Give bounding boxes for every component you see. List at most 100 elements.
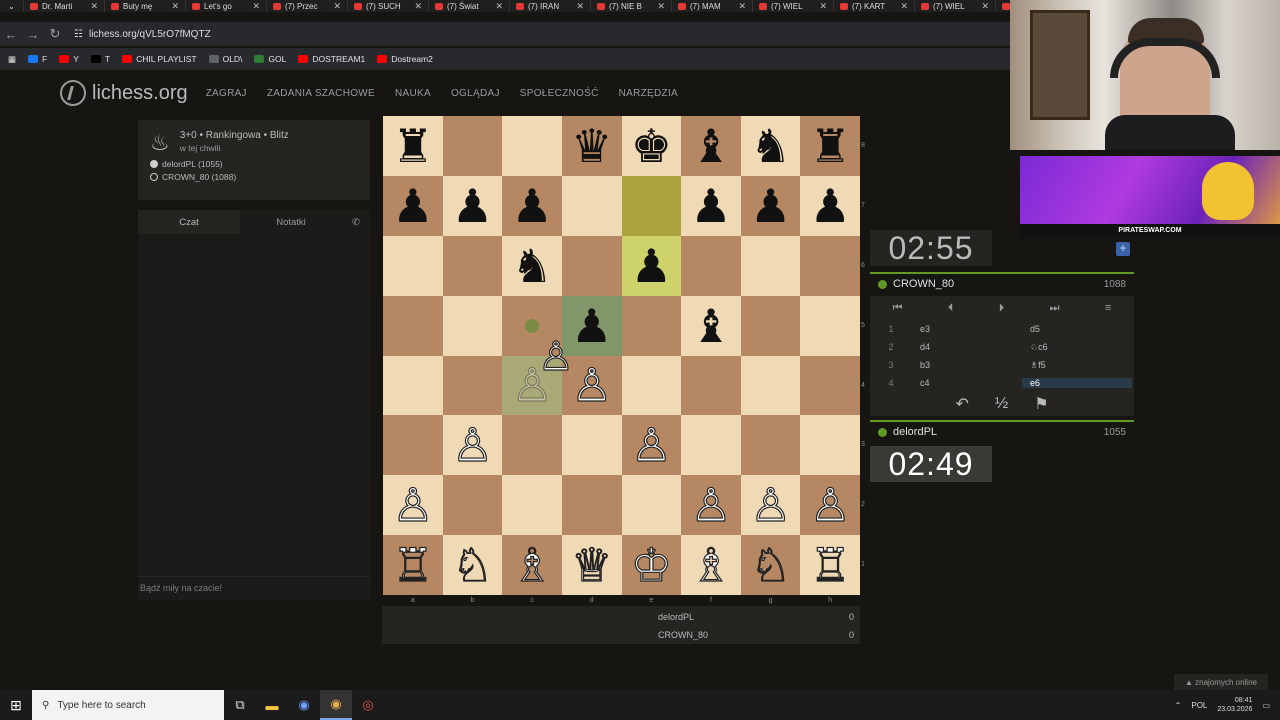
white-piece[interactable]: ♘ xyxy=(451,541,493,588)
back-icon[interactable]: ← xyxy=(0,27,22,42)
square-e2[interactable] xyxy=(621,475,682,536)
square-g4[interactable] xyxy=(740,355,801,416)
system-clock[interactable]: 08:41 23.03.2026 xyxy=(1217,696,1252,714)
square-e5[interactable] xyxy=(621,295,682,356)
white-move[interactable]: c4 xyxy=(912,378,1022,388)
black-piece[interactable]: ♟ xyxy=(392,183,433,229)
square-g5[interactable] xyxy=(740,295,801,356)
apps-grid-icon[interactable]: ▦ xyxy=(8,54,16,65)
close-tab-icon[interactable]: ✕ xyxy=(171,1,179,12)
square-e7[interactable] xyxy=(621,175,682,236)
black-piece[interactable]: ♝ xyxy=(690,123,731,169)
square-f6[interactable] xyxy=(681,235,741,296)
square-h8[interactable]: ♜ xyxy=(800,116,860,176)
black-piece[interactable]: ♛ xyxy=(571,123,612,169)
square-f7[interactable]: ♟ xyxy=(681,175,741,236)
plus-icon[interactable]: + xyxy=(1116,242,1130,256)
offer-draw-icon[interactable]: ½ xyxy=(995,395,1008,413)
bookmark-item[interactable]: T xyxy=(90,54,110,64)
square-e6[interactable]: ♟ xyxy=(621,235,682,296)
square-b5[interactable] xyxy=(442,295,503,356)
square-a1[interactable]: ♖ xyxy=(383,535,443,595)
tray-chevron-icon[interactable]: ⌃ xyxy=(1175,701,1182,710)
first-move-icon[interactable]: ⏮ xyxy=(893,302,903,315)
white-piece[interactable]: ♖ xyxy=(809,541,851,588)
taskbar-search[interactable]: ⚲ Type here to search xyxy=(32,690,224,720)
browser-tab[interactable]: Buty mę ✕ xyxy=(105,0,186,12)
chess-board[interactable]: ♜ ♛ ♚ ♝ ♞ ♜ ♟ ♟ ♟ ♟ ♟ ♟ ♞ ♟ ♟ ♝ ♙ ♙ ♙ ♙ ♙ ♙ ♙ ♙ ♖ ♘ ♗ ♕ ♔ ♗ ♘ ♖ xyxy=(383,116,860,595)
file-explorer-icon[interactable]: ▬ xyxy=(256,690,288,720)
white-piece[interactable]: ♙ xyxy=(451,422,493,469)
square-b7[interactable]: ♟ xyxy=(442,175,503,236)
nav-item[interactable]: OGLĄDAJ xyxy=(451,88,500,99)
browser-tab[interactable]: (7) WIEL ✕ xyxy=(753,0,834,12)
square-h6[interactable] xyxy=(800,235,860,296)
black-piece[interactable]: ♞ xyxy=(511,243,552,289)
square-d2[interactable] xyxy=(561,475,622,536)
close-tab-icon[interactable]: ✕ xyxy=(414,1,422,12)
friends-online-button[interactable]: ▲ znajomych online xyxy=(1174,674,1268,690)
own-player-bar[interactable]: delordPL 1055 xyxy=(870,420,1134,442)
resign-flag-icon[interactable]: ⚑ xyxy=(1034,394,1048,414)
square-c2[interactable] xyxy=(502,475,562,536)
square-g1[interactable]: ♘ xyxy=(740,535,801,595)
black-piece[interactable]: ♟ xyxy=(631,243,672,289)
white-move[interactable]: b3 xyxy=(912,360,1022,370)
white-piece[interactable]: ♗ xyxy=(511,541,553,588)
url-field[interactable]: ☷ lichess.org/qVL5rO7fMQTZ xyxy=(74,29,211,40)
close-tab-icon[interactable]: ✕ xyxy=(495,1,503,12)
square-b6[interactable] xyxy=(442,235,503,296)
black-move[interactable]: ♗f5 xyxy=(1022,360,1132,371)
square-g8[interactable]: ♞ xyxy=(740,116,801,176)
square-c6[interactable]: ♞ xyxy=(502,235,562,296)
nav-item[interactable]: ZAGRAJ xyxy=(206,88,247,99)
black-piece[interactable]: ♞ xyxy=(750,123,791,169)
white-piece[interactable]: ♕ xyxy=(570,541,612,588)
white-piece[interactable]: ♙ xyxy=(690,482,732,529)
menu-icon[interactable]: ≡ xyxy=(1105,302,1111,314)
square-c7[interactable]: ♟ xyxy=(502,175,562,236)
browser-tab[interactable]: (7) KART ✕ xyxy=(834,0,915,12)
browser-tab[interactable]: (7) NIE B ✕ xyxy=(591,0,672,12)
square-f3[interactable] xyxy=(681,415,741,476)
black-piece[interactable]: ♟ xyxy=(750,183,791,229)
square-d3[interactable] xyxy=(561,415,622,476)
white-player[interactable]: delordPL (1055) xyxy=(150,159,358,169)
white-move[interactable]: d4 xyxy=(912,342,1022,352)
close-tab-icon[interactable]: ✕ xyxy=(900,1,908,12)
square-d7[interactable] xyxy=(561,175,622,236)
browser-tab[interactable]: (7) Przec ✕ xyxy=(267,0,348,12)
nav-item[interactable]: ZADANIA SZACHOWE xyxy=(267,88,375,99)
black-piece[interactable]: ♝ xyxy=(690,303,731,349)
square-g2[interactable]: ♙ xyxy=(740,475,801,536)
black-move[interactable]: e6 xyxy=(1022,378,1132,388)
black-piece[interactable]: ♟ xyxy=(571,303,612,349)
phone-icon[interactable]: ✆ xyxy=(342,210,370,234)
language-indicator[interactable]: POL xyxy=(1191,701,1207,710)
black-piece[interactable]: ♟ xyxy=(452,183,493,229)
browser-tab[interactable]: (7) MAM ✕ xyxy=(672,0,753,12)
app-icon[interactable]: ◎ xyxy=(352,690,384,720)
black-piece[interactable]: ♜ xyxy=(810,123,851,169)
site-info-icon[interactable]: ☷ xyxy=(74,29,83,40)
dragged-white-pawn[interactable]: ♙ xyxy=(537,333,574,380)
black-piece[interactable]: ♚ xyxy=(631,123,672,169)
square-d6[interactable] xyxy=(561,235,622,296)
previous-move-icon[interactable]: ⏴ xyxy=(948,302,954,315)
chrome-icon[interactable]: ◉ xyxy=(320,690,352,720)
close-tab-icon[interactable]: ✕ xyxy=(819,1,827,12)
black-piece[interactable]: ♟ xyxy=(690,183,731,229)
white-piece[interactable]: ♔ xyxy=(630,541,672,588)
lichess-logo[interactable]: lichess.org xyxy=(60,80,188,106)
square-a5[interactable] xyxy=(383,295,443,356)
black-piece[interactable]: ♟ xyxy=(810,183,851,229)
square-g3[interactable] xyxy=(740,415,801,476)
tab-chat[interactable]: Czat xyxy=(138,210,240,234)
white-pawn[interactable]: ♙ xyxy=(570,362,612,409)
bookmark-item[interactable]: F xyxy=(28,54,47,64)
close-tab-icon[interactable]: ✕ xyxy=(981,1,989,12)
chat-input[interactable]: Bądź miły na czacie! xyxy=(138,576,370,600)
square-f2[interactable]: ♙ xyxy=(681,475,741,536)
opponent-player-bar[interactable]: CROWN_80 1088 xyxy=(870,272,1134,294)
chrome-profile-icon[interactable]: ◉ xyxy=(288,690,320,720)
